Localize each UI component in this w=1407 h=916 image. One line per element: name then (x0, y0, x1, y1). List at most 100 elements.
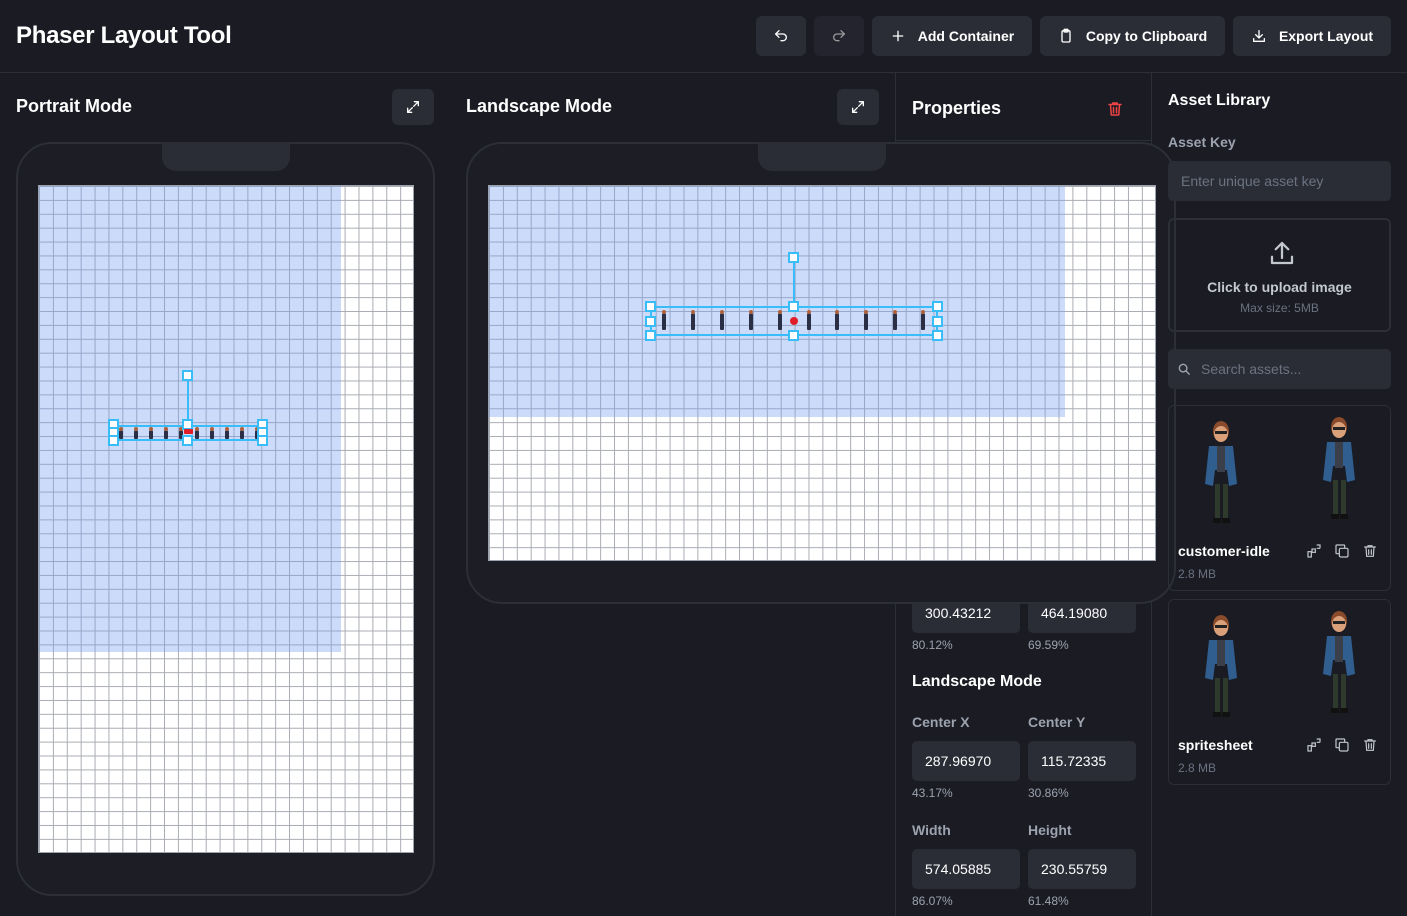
character-sprite (921, 310, 925, 330)
center-point (184, 429, 193, 434)
character-sprite (778, 310, 782, 330)
plus-icon (892, 30, 904, 42)
landscape-title: Landscape Mode (466, 96, 613, 116)
trash-icon[interactable] (1362, 543, 1378, 559)
resize-handle[interactable] (645, 316, 656, 327)
asset-name: spritesheet (1178, 737, 1253, 753)
upload-dropzone[interactable]: Click to upload image Max size: 5MB (1168, 218, 1391, 332)
device-notch (758, 142, 886, 171)
resize-handle[interactable] (788, 301, 799, 312)
center-point (790, 317, 798, 325)
frames-icon[interactable] (1306, 543, 1322, 559)
character-sprite (149, 427, 153, 439)
center-x-field[interactable]: 287.96970 (912, 741, 1020, 781)
trash-icon[interactable] (1362, 737, 1378, 753)
portrait-width-percent: 80.12% (912, 638, 953, 652)
download-icon (1252, 30, 1265, 42)
character-sprite (864, 310, 868, 330)
upload-icon (1270, 241, 1294, 265)
landscape-section-title: Landscape Mode (912, 673, 1042, 690)
copy-to-clipboard-button[interactable]: Copy to Clipboard (1040, 16, 1225, 56)
width-field[interactable]: 574.05885 (912, 849, 1020, 889)
character-thumbnail (1323, 417, 1355, 519)
center-y-label: Center Y (1028, 714, 1086, 730)
asset-key-input[interactable]: Enter unique asset key (1168, 161, 1391, 201)
width-label: Width (912, 822, 951, 838)
asset-size: 2.8 MB (1178, 761, 1217, 775)
height-label: Height (1028, 822, 1072, 838)
character-sprite (749, 310, 753, 330)
redo-button[interactable] (814, 16, 864, 56)
undo-button[interactable] (756, 16, 806, 56)
asset-key-label: Asset Key (1168, 134, 1236, 150)
device-notch (162, 142, 290, 171)
add-container-label: Add Container (917, 28, 1015, 44)
export-layout-button[interactable]: Export Layout (1233, 16, 1391, 56)
portrait-expand-button[interactable] (392, 89, 434, 125)
character-sprite (691, 310, 695, 330)
rotation-handle[interactable] (182, 370, 193, 381)
resize-handle[interactable] (257, 435, 268, 446)
character-thumbnail (1323, 611, 1355, 713)
resize-handle[interactable] (788, 330, 799, 341)
add-container-button[interactable]: Add Container (872, 16, 1032, 56)
character-thumbnail (1205, 615, 1237, 717)
resize-handle[interactable] (932, 301, 943, 312)
character-sprite (134, 427, 138, 439)
character-sprite (119, 427, 123, 439)
portrait-canvas[interactable] (38, 185, 414, 853)
divider (896, 140, 1151, 141)
redo-icon (833, 30, 845, 42)
landscape-canvas[interactable] (488, 185, 1156, 561)
resize-handle[interactable] (645, 301, 656, 312)
character-sprite (195, 427, 199, 439)
app-title: Phaser Layout Tool (16, 22, 232, 49)
export-label: Export Layout (1278, 28, 1374, 44)
undo-icon (775, 30, 787, 42)
upload-limit-text: Max size: 5MB (1240, 301, 1319, 315)
portrait-height-percent: 69.59% (1028, 638, 1069, 652)
character-sprite (893, 310, 897, 330)
copy-label: Copy to Clipboard (1085, 28, 1208, 44)
resize-handle[interactable] (645, 330, 656, 341)
search-icon (1178, 363, 1190, 375)
resize-handle[interactable] (932, 330, 943, 341)
width-percent: 86.07% (912, 894, 953, 908)
center-x-label: Center X (912, 714, 970, 730)
frames-icon[interactable] (1306, 737, 1322, 753)
character-sprite (225, 427, 229, 439)
center-y-percent: 30.86% (1028, 786, 1069, 800)
duplicate-icon[interactable] (1334, 543, 1350, 559)
character-sprite (720, 310, 724, 330)
height-field[interactable]: 230.55759 (1028, 849, 1136, 889)
resize-handle[interactable] (108, 435, 119, 446)
portrait-title: Portrait Mode (16, 96, 133, 116)
search-placeholder: Search assets... (1201, 361, 1302, 377)
character-sprite (164, 427, 168, 439)
height-percent: 61.48% (1028, 894, 1069, 908)
trash-icon (1108, 102, 1122, 116)
asset-card[interactable]: customer-idle 2.8 MB (1168, 405, 1391, 591)
resize-handle[interactable] (182, 435, 193, 446)
character-sprite (835, 310, 839, 330)
asset-name: customer-idle (1178, 543, 1270, 559)
properties-title: Properties (912, 98, 1002, 118)
character-sprite (807, 310, 811, 330)
landscape-safe-area (489, 186, 1065, 417)
duplicate-icon[interactable] (1334, 737, 1350, 753)
asset-search-input[interactable]: Search assets... (1168, 349, 1391, 389)
delete-container-button[interactable] (1106, 100, 1124, 123)
expand-icon (852, 101, 864, 113)
expand-icon (407, 101, 419, 113)
character-sprite (210, 427, 214, 439)
upload-text: Click to upload image (1207, 279, 1352, 295)
landscape-expand-button[interactable] (837, 89, 879, 125)
top-bar: Phaser Layout Tool Add Container Copy to… (0, 0, 1407, 73)
rotation-handle[interactable] (788, 252, 799, 263)
center-x-percent: 43.17% (912, 786, 953, 800)
resize-handle[interactable] (932, 316, 943, 327)
asset-size: 2.8 MB (1178, 567, 1217, 581)
asset-library-title: Asset Library (1168, 92, 1271, 109)
center-y-field[interactable]: 115.72335 (1028, 741, 1136, 781)
asset-card[interactable]: spritesheet 2.8 MB (1168, 599, 1391, 785)
